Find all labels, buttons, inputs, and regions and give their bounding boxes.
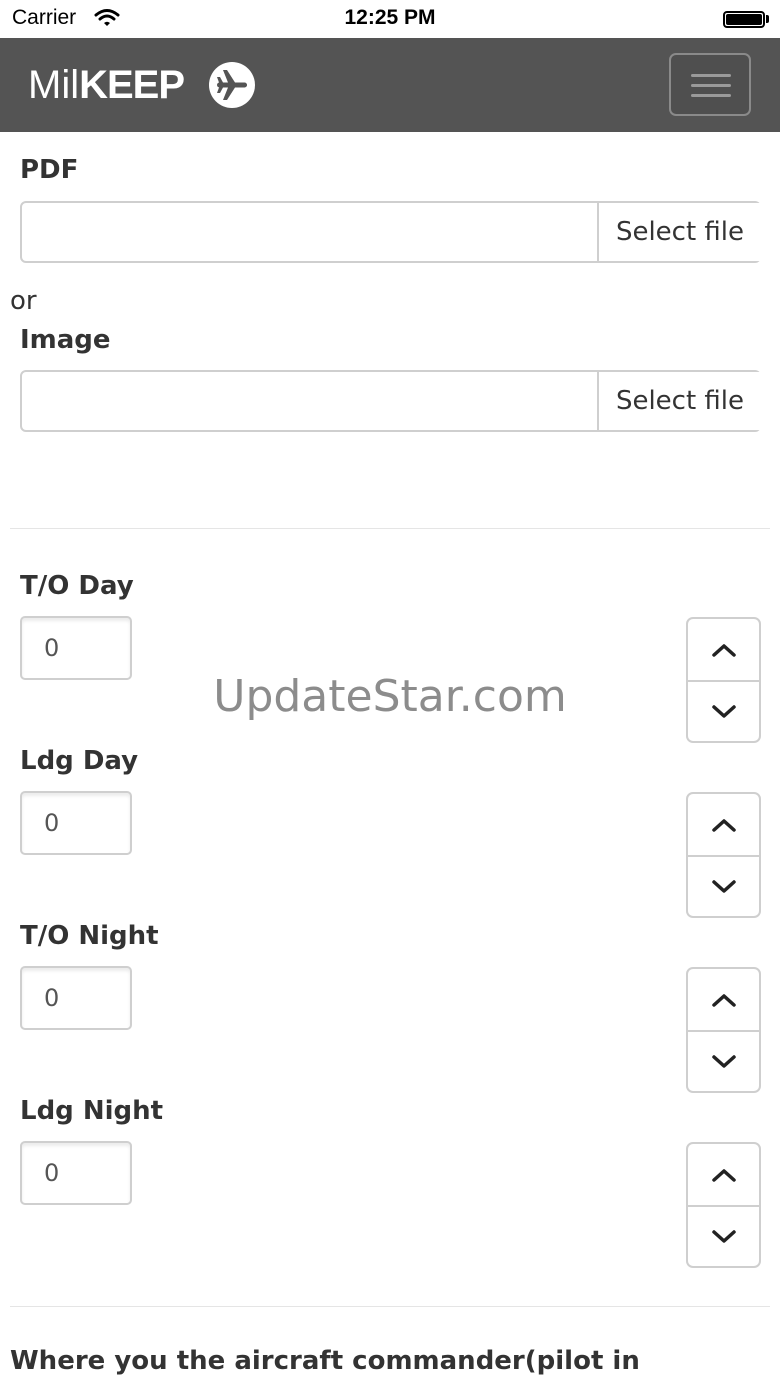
hamburger-icon xyxy=(691,74,731,77)
chevron-down-icon xyxy=(711,1054,736,1068)
or-text: or xyxy=(10,286,37,316)
milkeep-logo[interactable]: Mil KEEP xyxy=(28,60,255,110)
ldg-day-increment-button[interactable] xyxy=(688,794,759,857)
logo-mil-text: Mil xyxy=(28,62,80,107)
section-divider xyxy=(10,1306,770,1307)
ldg-day-input[interactable]: 0 xyxy=(20,791,132,855)
chevron-up-icon xyxy=(711,1168,736,1182)
to-night-input[interactable]: 0 xyxy=(20,966,132,1030)
pdf-select-file-button[interactable]: Select file xyxy=(597,203,761,261)
ldg-day-decrement-button[interactable] xyxy=(688,856,759,917)
image-select-file-button[interactable]: Select file xyxy=(597,372,761,430)
ldg-day-stepper[interactable] xyxy=(686,792,761,918)
image-label: Image xyxy=(20,325,111,355)
menu-toggle-button[interactable] xyxy=(669,53,751,116)
chevron-down-icon xyxy=(711,1229,736,1243)
chevron-up-icon xyxy=(711,818,736,832)
to-night-decrement-button[interactable] xyxy=(688,1031,759,1092)
ldg-night-decrement-button[interactable] xyxy=(688,1206,759,1267)
image-file-input[interactable] xyxy=(22,372,598,430)
to-night-value: 0 xyxy=(44,984,60,1012)
chevron-up-icon xyxy=(711,643,736,657)
to-day-label: T/O Day xyxy=(20,571,134,601)
pdf-file-input[interactable] xyxy=(22,203,598,261)
status-bar: Carrier 12:25 PM xyxy=(0,0,780,38)
to-night-stepper[interactable] xyxy=(686,967,761,1093)
ldg-night-increment-button[interactable] xyxy=(688,1144,759,1207)
battery-icon xyxy=(723,11,765,28)
pdf-label: PDF xyxy=(20,155,79,185)
watermark-text: UpdateStar.com xyxy=(213,671,567,722)
ldg-night-stepper[interactable] xyxy=(686,1142,761,1268)
ldg-day-value: 0 xyxy=(44,809,60,837)
chevron-down-icon xyxy=(711,879,736,893)
section-divider xyxy=(10,528,770,529)
chevron-up-icon xyxy=(711,993,736,1007)
logo-keep-text: KEEP xyxy=(79,62,185,107)
ldg-day-label: Ldg Day xyxy=(20,746,139,776)
to-night-increment-button[interactable] xyxy=(688,969,759,1032)
image-file-field[interactable]: Select file xyxy=(20,370,761,432)
hamburger-icon xyxy=(691,84,731,87)
ldg-night-input[interactable]: 0 xyxy=(20,1141,132,1205)
ldg-night-label: Ldg Night xyxy=(20,1096,164,1126)
pdf-file-field[interactable]: Select file xyxy=(20,201,761,263)
hamburger-icon xyxy=(691,94,731,97)
clock: 12:25 PM xyxy=(344,6,436,29)
to-night-label: T/O Night xyxy=(20,921,159,951)
airplane-icon xyxy=(209,62,255,108)
battery-nub xyxy=(766,15,769,23)
to-day-value: 0 xyxy=(44,634,60,662)
ldg-night-value: 0 xyxy=(44,1159,60,1187)
aircraft-commander-question: Where you the aircraft commander(pilot i… xyxy=(10,1346,640,1376)
